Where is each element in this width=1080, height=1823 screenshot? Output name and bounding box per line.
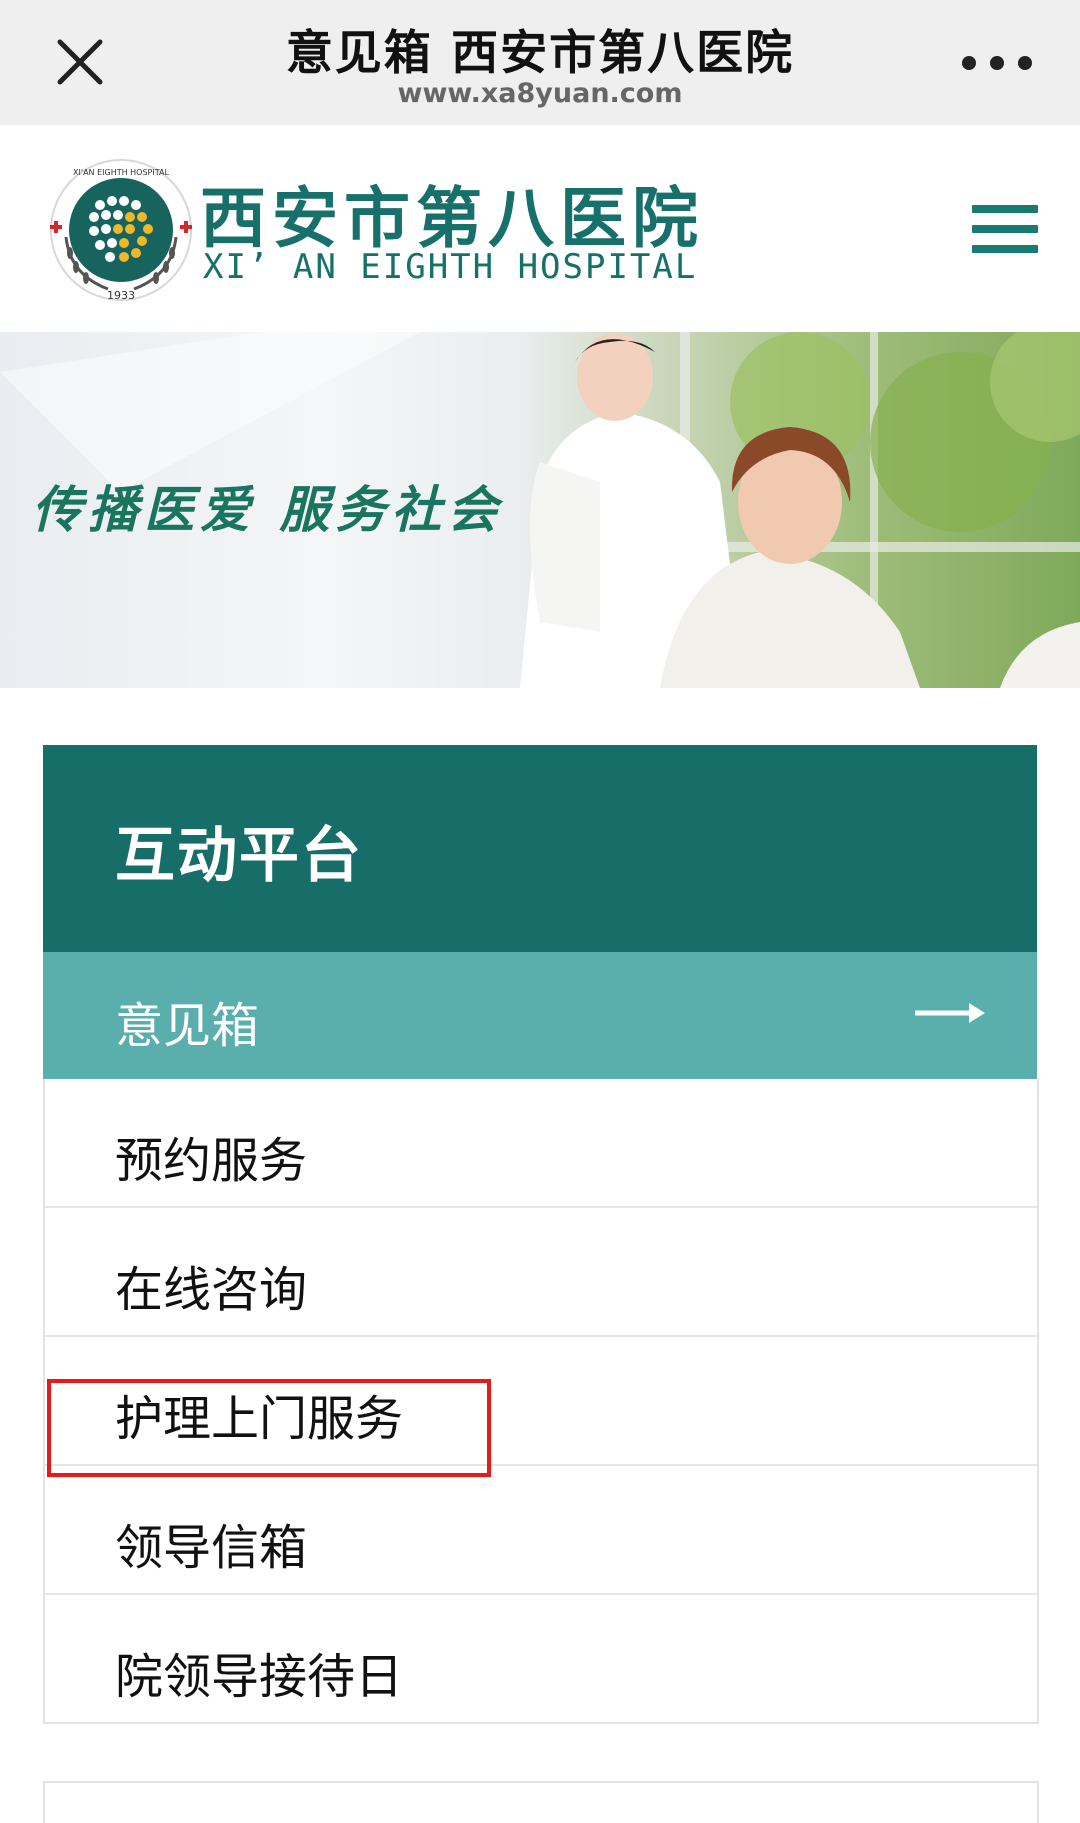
menu-item-label: 在线咨询 xyxy=(115,1262,308,1318)
menu-item-label: 意见箱 xyxy=(115,998,260,1054)
menu-item-label: 领导信箱 xyxy=(115,1520,308,1576)
emblem-year: 1933 xyxy=(107,289,135,302)
close-icon xyxy=(57,39,103,85)
page-title: 意见箱 西安市第八医院 xyxy=(285,26,795,81)
platform-title: 互动平台 xyxy=(115,821,363,891)
hero-banner: 传播医爱 服务社会 xyxy=(0,332,1080,688)
menu-item-appointment[interactable]: 预约服务 xyxy=(45,1079,1037,1208)
emblem-text: XI'AN EIGHTH HOSPITAL xyxy=(73,168,169,177)
interactive-platform-card: 互动平台 意见箱 预约服务 在线咨询 护理上门服务 领导信箱 院领导接待日 xyxy=(43,745,1039,1725)
menu-item-label: 预约服务 xyxy=(115,1133,308,1189)
platform-header: 互动平台 xyxy=(43,745,1037,952)
menu-item-suggestion-box[interactable]: 意见箱 xyxy=(43,952,1037,1079)
platform-menu-list: 预约服务 在线咨询 护理上门服务 领导信箱 院领导接待日 xyxy=(43,1079,1039,1724)
page-url: www.xa8yuan.com xyxy=(397,78,683,109)
logo-english-name[interactable]: XI’ AN EIGHTH HOSPITAL xyxy=(203,247,697,287)
hamburger-menu-icon[interactable] xyxy=(972,205,1038,261)
close-button[interactable] xyxy=(48,30,112,94)
more-button[interactable] xyxy=(962,48,1032,78)
menu-item-leader-mailbox[interactable]: 领导信箱 xyxy=(45,1466,1037,1595)
menu-item-home-nursing[interactable]: 护理上门服务 xyxy=(45,1337,1037,1466)
site-header: XI'AN EIGHTH HOSPITAL 1933 西安市第八医院 XI’ A… xyxy=(0,125,1080,332)
menu-item-leader-reception-day[interactable]: 院领导接待日 xyxy=(45,1595,1037,1722)
menu-item-label: 院领导接待日 xyxy=(115,1649,404,1705)
menu-item-label: 护理上门服务 xyxy=(115,1391,404,1447)
browser-top-bar: 意见箱 西安市第八医院 www.xa8yuan.com xyxy=(0,0,1080,125)
banner-slogan: 传播医爱 服务社会 xyxy=(32,480,504,539)
next-card-edge xyxy=(43,1781,1039,1823)
menu-item-online-consult[interactable]: 在线咨询 xyxy=(45,1208,1037,1337)
more-dots-icon xyxy=(962,56,976,70)
arrow-right-icon xyxy=(915,1003,985,1023)
hospital-emblem-icon: XI'AN EIGHTH HOSPITAL 1933 xyxy=(50,159,192,302)
